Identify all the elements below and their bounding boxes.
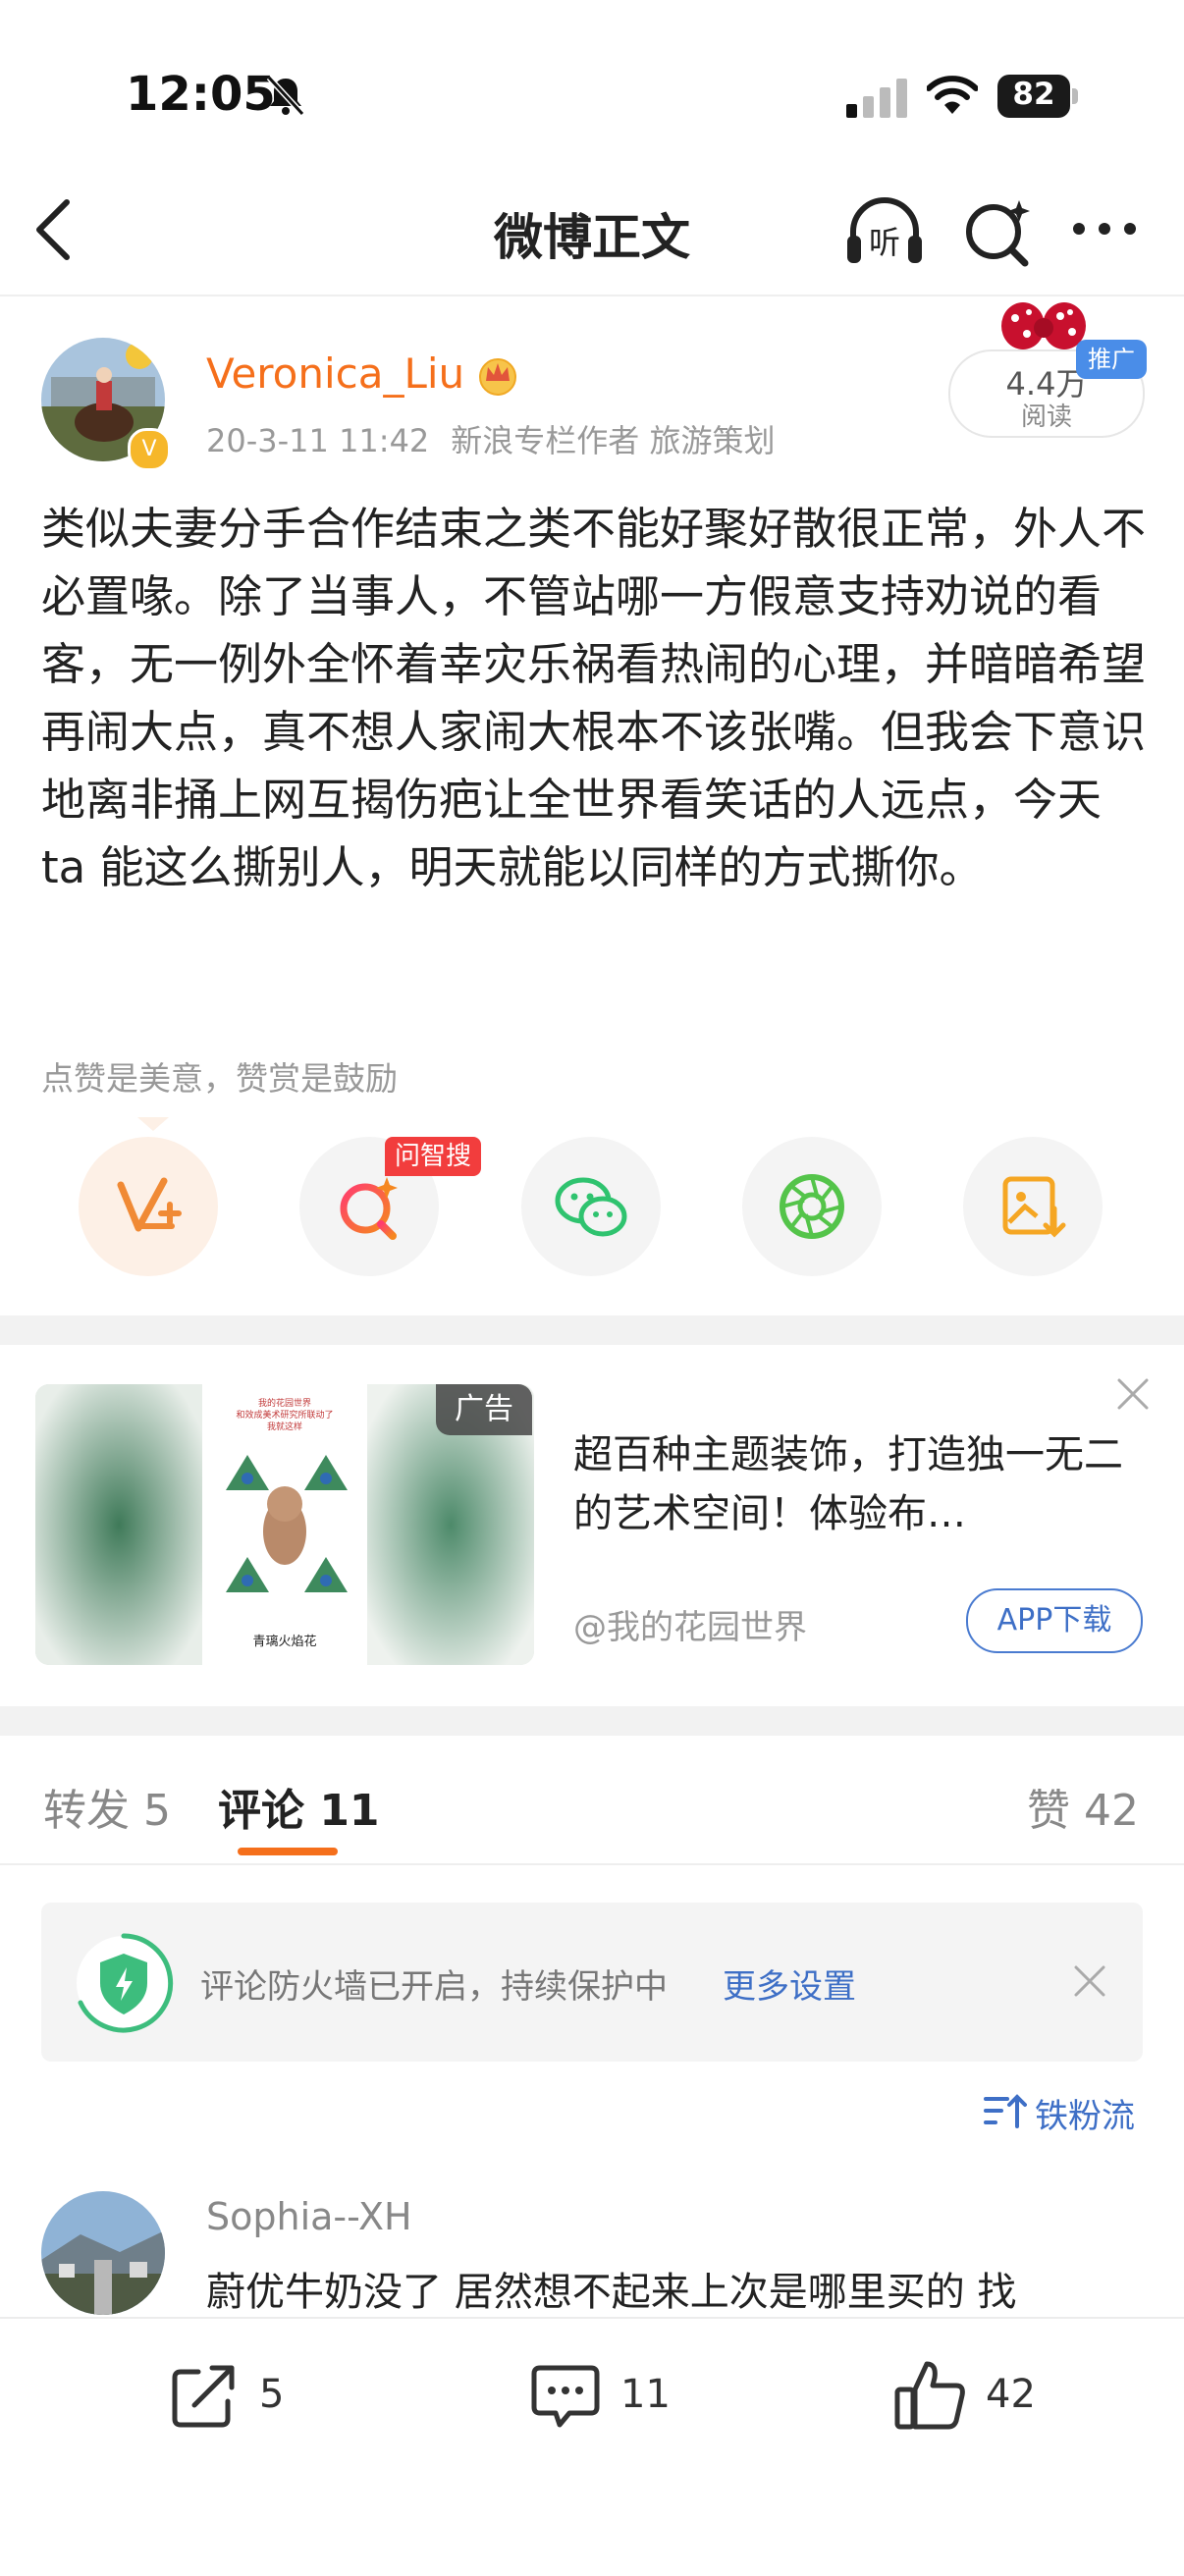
zhisou-search-icon (340, 1177, 398, 1240)
tab-active-indicator (238, 1848, 338, 1855)
save-image-icon (1002, 1176, 1066, 1238)
promote-tag[interactable]: 推广 (1076, 340, 1147, 379)
moments-aperture-icon (780, 1174, 844, 1239)
tab-reposts[interactable]: 转发 5 (43, 1775, 171, 1838)
reward-pointer (137, 1117, 169, 1131)
author-description: 新浪专栏作者 旅游策划 (451, 422, 776, 459)
wechat-icon (555, 1177, 627, 1237)
close-icon[interactable] (1113, 1374, 1153, 1414)
tab-likes[interactable]: 赞 42 (1027, 1775, 1139, 1838)
commenter-name[interactable]: Sophia--XH (206, 2195, 412, 2238)
verified-badge-icon: V (128, 428, 171, 471)
battery-indicator: 82 (997, 75, 1080, 118)
save-image-button[interactable] (963, 1137, 1103, 1276)
repost-count: 5 (259, 2372, 285, 2417)
wifi-icon (927, 76, 978, 114)
like-count: 42 (986, 2372, 1036, 2417)
ad-tag: 广告 (436, 1384, 532, 1435)
ad-source[interactable]: @我的花园世界 (573, 1600, 807, 1648)
sort-icon[interactable] (984, 2091, 1027, 2130)
bell-muted-icon (266, 75, 305, 117)
app-download-button[interactable]: APP下载 (966, 1588, 1143, 1653)
cellular-signal-icon (846, 79, 907, 118)
share-wechat-button[interactable] (521, 1137, 661, 1276)
thumbs-up-icon (894, 2361, 965, 2430)
section-separator (0, 1315, 1184, 1345)
listen-headphones-icon[interactable]: 听 (844, 192, 925, 269)
ad-text[interactable]: 超百种主题装饰，打造独一无二的艺术空间！体验布… (573, 1425, 1123, 1543)
more-options-icon[interactable] (1070, 216, 1139, 242)
search-sparkle-icon[interactable] (962, 192, 1035, 269)
crown-icon (479, 358, 516, 396)
comment-text: 蔚优牛奶没了 居然想不起来上次是哪里买的 找 (206, 2270, 1017, 2315)
close-icon[interactable] (1072, 1963, 1107, 1999)
svg-text:我的花园世界: 我的花园世界 (258, 1397, 311, 1409)
reward-button[interactable] (79, 1137, 218, 1276)
post-date: 20-3-11 11:42 (206, 422, 430, 459)
tabs-divider (0, 1863, 1184, 1865)
comment-bubble-icon (531, 2365, 600, 2428)
firewall-settings-link[interactable]: 更多设置 (723, 1959, 856, 2008)
section-separator (0, 1706, 1184, 1736)
firewall-text: 评论防火墙已开启，持续保护中 (200, 1967, 668, 2007)
reward-v-icon (117, 1177, 182, 1232)
sort-label[interactable]: 铁粉流 (1035, 2089, 1135, 2137)
post-text: 类似夫妻分手合作结束之类不能好聚好散很正常，外人不必置喙。除了当事人，不管站哪一… (41, 503, 1147, 893)
svg-text:我就这样: 我就这样 (267, 1421, 302, 1432)
comment-count: 11 (620, 2372, 671, 2417)
battery-level: 82 (1012, 77, 1055, 112)
zhisou-badge: 问智搜 (385, 1137, 482, 1176)
shield-icon (77, 1933, 174, 2033)
status-time: 12:05 (126, 67, 276, 122)
read-count-label: 阅读 (1020, 402, 1072, 432)
author-name[interactable]: Veronica_Liu (206, 349, 464, 398)
repost-share-icon (172, 2365, 235, 2428)
post-meta: 20-3-11 11:42 新浪专栏作者 旅游策划 (206, 416, 775, 461)
svg-text:和效成美术研究所联动了: 和效成美术研究所联动了 (236, 1409, 333, 1421)
commenter-avatar[interactable] (41, 2191, 165, 2315)
share-moments-button[interactable] (742, 1137, 882, 1276)
svg-text:青璃火焰花: 青璃火焰花 (252, 1634, 316, 1649)
tab-comments[interactable]: 评论 11 (218, 1775, 380, 1838)
svg-text:听: 听 (869, 224, 900, 261)
like-hint: 点赞是美意，赞赏是鼓励 (41, 1059, 398, 1098)
